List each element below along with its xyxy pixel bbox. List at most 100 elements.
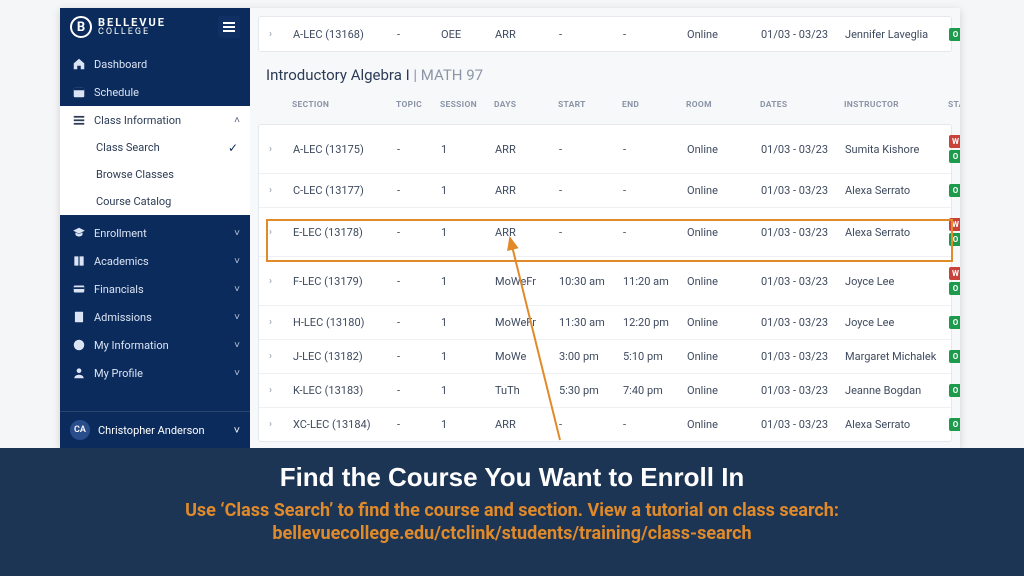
cell-start: 3:00 pm bbox=[559, 350, 619, 363]
cell-end: - bbox=[623, 418, 683, 431]
cell-end: - bbox=[623, 28, 683, 41]
nav-financials[interactable]: Financials˅ bbox=[60, 275, 250, 303]
user-row[interactable]: CA Christopher Anderson ˅ bbox=[60, 411, 250, 448]
status-badge-open: O bbox=[949, 384, 960, 397]
subnav-label: Course Catalog bbox=[96, 195, 171, 208]
cell-status: O2/22 bbox=[949, 350, 960, 363]
cell-instructor: Jeanne Bogdan bbox=[845, 384, 945, 397]
cell-room: Online bbox=[687, 316, 757, 329]
user-name: Christopher Anderson bbox=[98, 424, 205, 437]
primary-nav: Dashboard Schedule Class Information˄ bbox=[60, 46, 250, 134]
subnav-browse-classes[interactable]: Browse Classes bbox=[60, 161, 250, 188]
cell-room: Online bbox=[687, 384, 757, 397]
status-badge-open: O bbox=[949, 233, 960, 246]
cell-dates: 01/03 - 03/23 bbox=[761, 384, 841, 397]
table-row[interactable]: ›H-LEC (13180)-1MoWeFr11:30 am12:20 pmOn… bbox=[259, 305, 951, 339]
cell-status: W5/5O0/18 bbox=[949, 218, 960, 246]
menu-toggle-button[interactable] bbox=[218, 16, 240, 38]
cell-end: 5:10 pm bbox=[623, 350, 683, 363]
nav-my-information[interactable]: My Information˅ bbox=[60, 331, 250, 359]
cell-end: 11:20 am bbox=[623, 275, 683, 288]
cell-session: 1 bbox=[441, 143, 491, 156]
hdr-end: END bbox=[622, 100, 682, 110]
expand-icon[interactable]: › bbox=[269, 351, 289, 362]
expand-icon[interactable]: › bbox=[269, 385, 289, 396]
expand-icon[interactable]: › bbox=[269, 227, 289, 238]
table-row[interactable]: ›F-LEC (13179)-1MoWeFr10:30 am11:20 amOn… bbox=[259, 256, 951, 305]
course-name: Introductory Algebra I bbox=[266, 66, 410, 84]
status-badge-open: O bbox=[949, 184, 960, 197]
cell-instructor: Joyce Lee bbox=[845, 316, 945, 329]
cell-topic: - bbox=[397, 226, 437, 239]
cell-end: 7:40 pm bbox=[623, 384, 683, 397]
book-icon bbox=[72, 254, 86, 268]
cell-days: ARR bbox=[495, 184, 555, 197]
expand-icon[interactable]: › bbox=[269, 144, 289, 155]
expand-icon[interactable]: › bbox=[269, 276, 289, 287]
check-icon: ✓ bbox=[228, 141, 238, 155]
expand-icon[interactable]: › bbox=[269, 185, 289, 196]
cell-instructor: Alexa Serrato bbox=[845, 418, 945, 431]
cell-status: O2/4 bbox=[949, 418, 960, 431]
cell-section: H-LEC (13180) bbox=[293, 316, 393, 329]
cell-instructor: Alexa Serrato bbox=[845, 226, 945, 239]
expand-icon[interactable]: › bbox=[269, 29, 289, 40]
app-window: B BELLEVUE COLLEGE Dashboard Schedule Cl… bbox=[60, 8, 960, 448]
calendar-icon bbox=[72, 85, 86, 99]
cell-topic: - bbox=[397, 275, 437, 288]
cell-start: - bbox=[559, 28, 619, 41]
person-icon bbox=[72, 366, 86, 380]
subnav-class-search[interactable]: Class Search✓ bbox=[60, 134, 250, 161]
cell-dates: 01/03 - 03/23 bbox=[761, 316, 841, 329]
cell-session: 1 bbox=[441, 418, 491, 431]
chevron-down-icon: ˅ bbox=[234, 256, 240, 267]
cell-instructor: Alexa Serrato bbox=[845, 184, 945, 197]
table-row[interactable]: ›XC-LEC (13184)-1ARR--Online01/03 - 03/2… bbox=[259, 407, 951, 441]
nav-label: Financials bbox=[94, 283, 144, 296]
cell-days: ARR bbox=[495, 418, 555, 431]
cell-start: 5:30 pm bbox=[559, 384, 619, 397]
expand-icon[interactable]: › bbox=[269, 317, 289, 328]
nav-dashboard[interactable]: Dashboard bbox=[60, 50, 250, 78]
cell-start: - bbox=[559, 143, 619, 156]
table-row[interactable]: ›J-LEC (13182)-1MoWe3:00 pm5:10 pmOnline… bbox=[259, 339, 951, 373]
cell-status: O2/22 bbox=[949, 384, 960, 397]
cell-section: J-LEC (13182) bbox=[293, 350, 393, 363]
subnav-class-information: Class Search✓ Browse Classes Course Cata… bbox=[60, 134, 250, 215]
table-row[interactable]: › A-LEC (13168) - OEE ARR - - Online 01/… bbox=[259, 17, 951, 51]
cell-start: - bbox=[559, 184, 619, 197]
cell-days: MoWe bbox=[495, 350, 555, 363]
table-row[interactable]: ›K-LEC (13183)-1TuTh5:30 pm7:40 pmOnline… bbox=[259, 373, 951, 407]
nav-academics[interactable]: Academics˅ bbox=[60, 247, 250, 275]
status-badge-open: O bbox=[949, 316, 960, 329]
table-row[interactable]: ›A-LEC (13175)-1ARR--Online01/03 - 03/23… bbox=[259, 125, 951, 173]
cell-session: 1 bbox=[441, 384, 491, 397]
subnav-course-catalog[interactable]: Course Catalog bbox=[60, 188, 250, 215]
cell-start: 11:30 am bbox=[559, 316, 619, 329]
cell-start: - bbox=[559, 418, 619, 431]
nav-enrollment[interactable]: Enrollment˅ bbox=[60, 219, 250, 247]
cell-instructor: Joyce Lee bbox=[845, 275, 945, 288]
table-row[interactable]: ›E-LEC (13178)-1ARR--Online01/03 - 03/23… bbox=[259, 207, 951, 256]
cell-end: - bbox=[623, 143, 683, 156]
card-icon bbox=[72, 282, 86, 296]
nav-my-profile[interactable]: My Profile˅ bbox=[60, 359, 250, 387]
cell-days: MoWeFr bbox=[495, 275, 555, 288]
chevron-down-icon: ˅ bbox=[234, 424, 240, 437]
nav-schedule[interactable]: Schedule bbox=[60, 78, 250, 106]
cell-end: - bbox=[623, 226, 683, 239]
brand-bottom: COLLEGE bbox=[98, 28, 166, 37]
expand-icon[interactable]: › bbox=[269, 419, 289, 430]
nav-label: Class Information bbox=[94, 114, 181, 127]
table-row[interactable]: ›C-LEC (13177)-1ARR--Online01/03 - 03/23… bbox=[259, 173, 951, 207]
nav-label: My Profile bbox=[94, 367, 143, 380]
cell-topic: - bbox=[397, 316, 437, 329]
chevron-down-icon: ˅ bbox=[234, 340, 240, 351]
banner-body: Use ‘Class Search’ to find the course an… bbox=[40, 499, 984, 546]
content: › A-LEC (13168) - OEE ARR - - Online 01/… bbox=[250, 8, 960, 448]
nav-class-information[interactable]: Class Information˄ bbox=[60, 106, 250, 134]
cell-section: C-LEC (13177) bbox=[293, 184, 393, 197]
cell-topic: - bbox=[397, 384, 437, 397]
nav-admissions[interactable]: Admissions˅ bbox=[60, 303, 250, 331]
hdr-room: ROOM bbox=[686, 100, 756, 110]
